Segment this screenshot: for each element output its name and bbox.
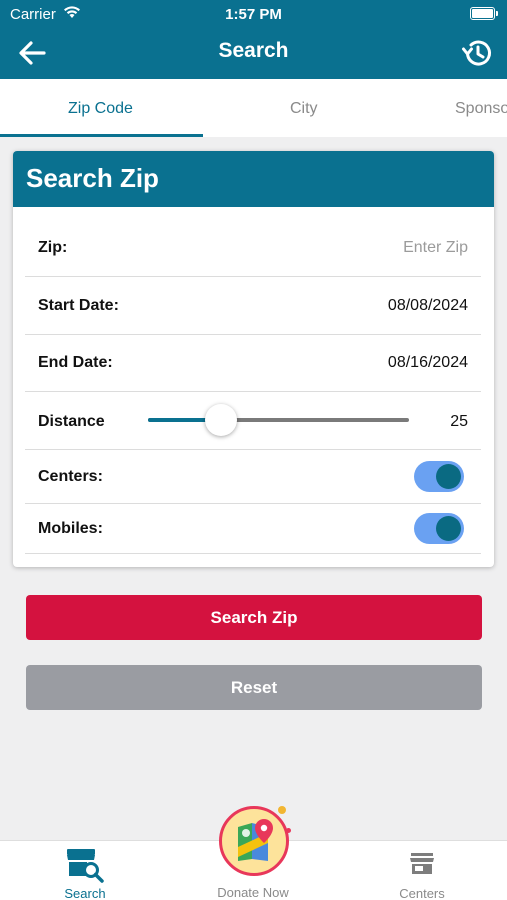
map-pin-icon	[232, 817, 278, 870]
battery-icon	[470, 7, 498, 20]
tab-city[interactable]: City	[290, 100, 318, 118]
end-date-label: End Date:	[38, 354, 113, 371]
app-header: Carrier 1:57 PM Search	[0, 0, 507, 79]
zip-label: Zip:	[38, 239, 68, 256]
status-bar: Carrier 1:57 PM	[0, 0, 507, 28]
distance-slider-thumb[interactable]	[205, 404, 238, 436]
end-date-value[interactable]: 08/16/2024	[388, 354, 468, 372]
storefront-icon	[409, 852, 435, 881]
start-date-value[interactable]: 08/08/2024	[388, 297, 468, 315]
zip-input[interactable]: Enter Zip	[403, 239, 468, 257]
status-time: 1:57 PM	[225, 6, 282, 23]
page-title: Search	[218, 39, 289, 62]
start-date-row[interactable]: Start Date: 08/08/2024	[25, 277, 481, 335]
start-date-label: Start Date:	[38, 297, 119, 314]
nav-donate-label: Donate Now	[217, 885, 289, 900]
mobiles-label: Mobiles:	[38, 520, 103, 537]
tab-zip-code[interactable]: Zip Code	[68, 100, 133, 118]
distance-row: Distance 25	[25, 392, 481, 450]
mobiles-row: Mobiles:	[25, 504, 481, 554]
reset-button[interactable]: Reset	[26, 665, 482, 710]
search-zip-card: Search Zip Zip: Enter Zip Start Date: 08…	[13, 151, 494, 567]
toggle-knob	[436, 516, 461, 541]
history-icon[interactable]	[459, 35, 495, 71]
nav-centers-label: Centers	[399, 886, 445, 900]
distance-slider[interactable]	[148, 418, 409, 422]
search-tabs: Zip Code City Sponso	[0, 79, 507, 137]
sparkle-decoration	[278, 806, 286, 814]
card-title: Search Zip	[13, 151, 494, 207]
centers-toggle[interactable]	[414, 461, 464, 492]
centers-label: Centers:	[38, 468, 103, 485]
zip-row[interactable]: Zip: Enter Zip	[25, 220, 481, 277]
donate-now-button[interactable]	[219, 806, 289, 876]
distance-value: 25	[450, 413, 468, 430]
centers-row: Centers:	[25, 450, 481, 504]
end-date-row[interactable]: End Date: 08/16/2024	[25, 335, 481, 392]
nav-search[interactable]: Search	[25, 841, 145, 900]
nav-search-label: Search	[64, 886, 106, 900]
mobiles-toggle[interactable]	[414, 513, 464, 544]
distance-label: Distance	[38, 413, 105, 430]
tab-sponsor[interactable]: Sponso	[455, 100, 507, 118]
search-zip-button[interactable]: Search Zip	[26, 595, 482, 640]
toggle-knob	[436, 464, 461, 489]
sparkle-decoration	[286, 828, 291, 833]
store-search-icon	[65, 845, 105, 888]
nav-centers[interactable]: Centers	[362, 841, 482, 900]
active-tab-indicator	[0, 134, 203, 137]
